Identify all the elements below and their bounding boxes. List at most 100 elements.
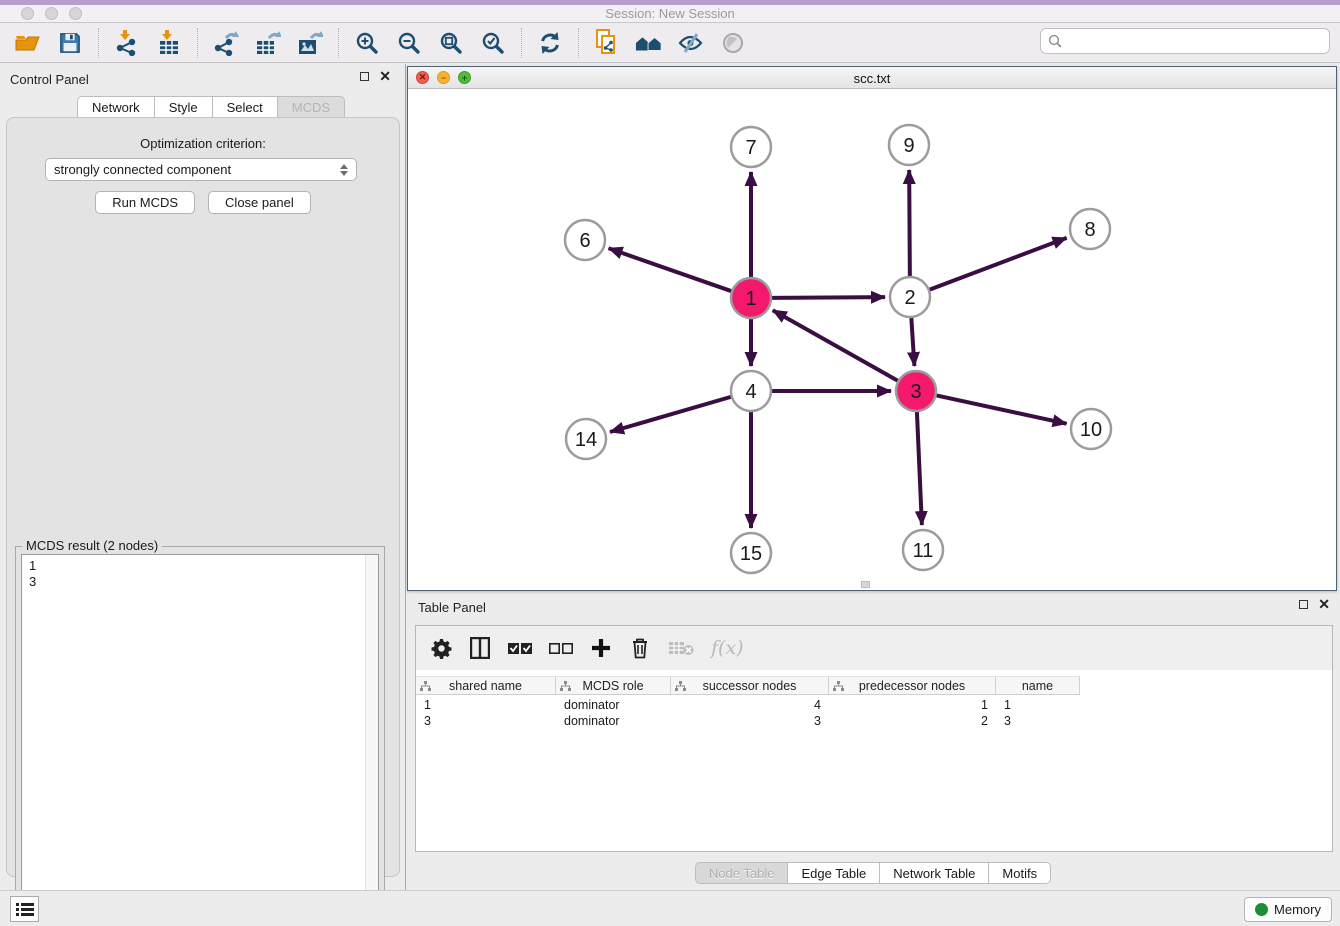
delete-table-icon[interactable] bbox=[668, 636, 694, 660]
import-network-icon[interactable] bbox=[113, 29, 141, 57]
network-window-titlebar[interactable]: ✕ − + scc.txt bbox=[408, 67, 1336, 89]
column-header-name[interactable]: name bbox=[996, 676, 1080, 695]
graph-edge-2-8[interactable] bbox=[930, 238, 1067, 290]
column-type-icon bbox=[420, 681, 431, 692]
tab-mcds[interactable]: MCDS bbox=[278, 96, 345, 118]
cell-shared-name[interactable]: 3 bbox=[416, 714, 556, 730]
function-builder-icon[interactable]: f(x) bbox=[711, 636, 744, 660]
add-column-icon[interactable] bbox=[590, 636, 612, 660]
column-header-predecessor-nodes[interactable]: predecessor nodes bbox=[829, 676, 996, 695]
task-history-button[interactable] bbox=[10, 896, 39, 922]
zoom-fit-icon[interactable] bbox=[437, 29, 465, 57]
deselect-all-columns-icon[interactable] bbox=[549, 636, 573, 660]
network-canvas[interactable]: 7968124314101511 bbox=[408, 89, 1336, 590]
mcds-result-lines: 1 3 bbox=[22, 555, 378, 590]
network-view-window: ✕ − + scc.txt 7968124314101511 bbox=[407, 66, 1337, 591]
cell-predecessor-nodes[interactable]: 1 bbox=[829, 698, 996, 714]
memory-status-icon bbox=[1255, 903, 1268, 916]
tab-select[interactable]: Select bbox=[213, 96, 278, 118]
graph-edge-4-14[interactable] bbox=[610, 397, 731, 432]
column-header-MCDS-role[interactable]: MCDS role bbox=[556, 676, 671, 695]
save-session-icon[interactable] bbox=[56, 29, 84, 57]
graph-node-label-2: 2 bbox=[904, 287, 915, 309]
table-header-row: shared nameMCDS rolesuccessor nodesprede… bbox=[416, 676, 1080, 695]
control-panel-tabs: NetworkStyleSelectMCDS bbox=[77, 96, 345, 118]
first-neighbors-icon[interactable] bbox=[635, 29, 663, 57]
tab-edge-table[interactable]: Edge Table bbox=[788, 862, 880, 884]
graph-node-label-9: 9 bbox=[903, 135, 914, 157]
column-header-shared-name[interactable]: shared name bbox=[416, 676, 556, 695]
table-float-panel-icon[interactable] bbox=[1299, 600, 1308, 609]
cell-MCDS-role[interactable]: dominator bbox=[556, 698, 671, 714]
main-toolbar bbox=[0, 24, 1340, 63]
cell-name[interactable]: 3 bbox=[996, 714, 1080, 730]
run-mcds-button[interactable]: Run MCDS bbox=[95, 191, 195, 214]
tab-network-table[interactable]: Network Table bbox=[880, 862, 989, 884]
graph-edge-3-11[interactable] bbox=[917, 412, 922, 525]
tab-style[interactable]: Style bbox=[155, 96, 213, 118]
graph-node-label-3: 3 bbox=[910, 381, 921, 403]
graph-edge-3-1[interactable] bbox=[773, 310, 898, 380]
table-container: f(x) shared nameMCDS rolesuccessor nodes… bbox=[415, 625, 1333, 852]
control-panel: Control Panel ✕ NetworkStyleSelectMCDS O… bbox=[0, 64, 406, 890]
table-panel: Table Panel ✕ bbox=[406, 595, 1340, 890]
graph-edge-1-2[interactable] bbox=[772, 297, 885, 298]
column-header-successor-nodes[interactable]: successor nodes bbox=[671, 676, 829, 695]
tab-network[interactable]: Network bbox=[77, 96, 155, 118]
result-scrollbar[interactable] bbox=[365, 555, 378, 915]
graph-edge-3-10[interactable] bbox=[937, 395, 1067, 423]
mcds-tab-content: Optimization criterion: strongly connect… bbox=[6, 117, 400, 877]
cell-successor-nodes[interactable]: 3 bbox=[671, 714, 829, 730]
optimization-criterion-label: Optimization criterion: bbox=[7, 136, 399, 151]
table-toolbar: f(x) bbox=[416, 626, 1332, 670]
horizontal-scrollbar-handle[interactable] bbox=[861, 581, 870, 588]
table-row-1[interactable]: 1dominator411 bbox=[416, 698, 1080, 714]
tab-node-table[interactable]: Node Table bbox=[695, 862, 789, 884]
network-window-title: scc.txt bbox=[408, 71, 1336, 86]
cell-name[interactable]: 1 bbox=[996, 698, 1080, 714]
hide-selected-icon[interactable] bbox=[677, 29, 705, 57]
export-network-icon[interactable] bbox=[212, 29, 240, 57]
import-table-icon[interactable] bbox=[155, 29, 183, 57]
column-type-icon bbox=[675, 681, 686, 692]
table-close-panel-icon[interactable]: ✕ bbox=[1318, 600, 1330, 609]
criterion-dropdown[interactable]: strongly connected component bbox=[45, 158, 357, 181]
cell-MCDS-role[interactable]: dominator bbox=[556, 714, 671, 730]
refresh-icon[interactable] bbox=[536, 29, 564, 57]
close-panel-button[interactable]: Close panel bbox=[208, 191, 311, 214]
column-layout-icon[interactable] bbox=[469, 636, 491, 660]
export-table-icon[interactable] bbox=[254, 29, 282, 57]
cell-shared-name[interactable]: 1 bbox=[416, 698, 556, 714]
select-all-columns-icon[interactable] bbox=[508, 636, 532, 660]
search-field[interactable] bbox=[1040, 28, 1330, 54]
graph-edge-2-3[interactable] bbox=[911, 318, 914, 366]
float-panel-icon[interactable] bbox=[360, 72, 369, 81]
mcds-result-list[interactable]: 1 3 bbox=[21, 554, 379, 916]
cell-successor-nodes[interactable]: 4 bbox=[671, 698, 829, 714]
titlebar-accent-strip bbox=[0, 0, 1340, 5]
close-panel-icon[interactable]: ✕ bbox=[379, 72, 391, 81]
dropdown-stepper-icon bbox=[340, 164, 348, 176]
graph-node-label-10: 10 bbox=[1080, 419, 1102, 441]
zoom-selected-icon[interactable] bbox=[479, 29, 507, 57]
delete-column-icon[interactable] bbox=[629, 636, 651, 660]
export-image-icon[interactable] bbox=[296, 29, 324, 57]
table-row-3[interactable]: 3dominator323 bbox=[416, 714, 1080, 730]
settings-gear-icon[interactable] bbox=[430, 636, 452, 660]
graph-node-label-11: 11 bbox=[913, 540, 934, 562]
zoom-in-icon[interactable] bbox=[353, 29, 381, 57]
cell-predecessor-nodes[interactable]: 2 bbox=[829, 714, 996, 730]
mcds-result-groupbox: MCDS result (2 nodes) 1 3 bbox=[15, 546, 385, 922]
tab-motifs[interactable]: Motifs bbox=[989, 862, 1051, 884]
zoom-out-icon[interactable] bbox=[395, 29, 423, 57]
mcds-result-title: MCDS result (2 nodes) bbox=[22, 538, 162, 553]
table-tabs: Node TableEdge TableNetwork TableMotifs bbox=[406, 862, 1340, 884]
graph-edge-1-6[interactable] bbox=[609, 248, 732, 291]
clone-network-icon[interactable] bbox=[593, 29, 621, 57]
open-session-icon[interactable] bbox=[14, 29, 42, 57]
control-panel-title: Control Panel bbox=[10, 72, 89, 87]
memory-button[interactable]: Memory bbox=[1244, 897, 1332, 922]
graph-edge-2-9[interactable] bbox=[909, 170, 910, 276]
show-all-icon[interactable] bbox=[719, 29, 747, 57]
search-input[interactable] bbox=[1063, 34, 1329, 49]
